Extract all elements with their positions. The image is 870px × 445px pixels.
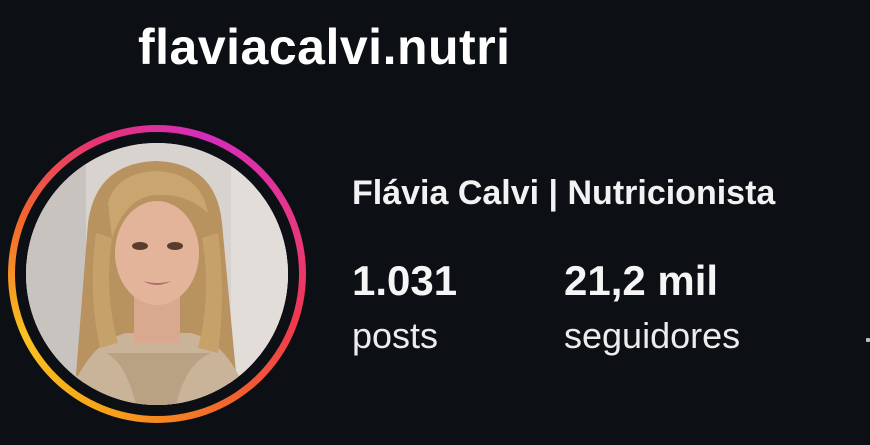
- story-ring[interactable]: [8, 125, 306, 423]
- edge-fragment: [866, 338, 870, 342]
- posts-count: 1.031: [352, 257, 458, 304]
- profile-username: flaviacalvi.nutri: [138, 19, 511, 75]
- profile-full-name: Flávia Calvi | Nutricionista: [352, 174, 776, 212]
- followers-count: 21,2 mil: [564, 257, 719, 304]
- story-ring-gap: [15, 132, 299, 416]
- stat-followers[interactable]: 21,2 mil seguidores: [564, 258, 740, 358]
- followers-label: seguidores: [564, 315, 741, 356]
- avatar-portrait-icon: [26, 143, 288, 405]
- posts-label: posts: [352, 315, 439, 356]
- avatar[interactable]: [26, 143, 288, 405]
- stat-posts[interactable]: 1.031 posts: [352, 258, 457, 358]
